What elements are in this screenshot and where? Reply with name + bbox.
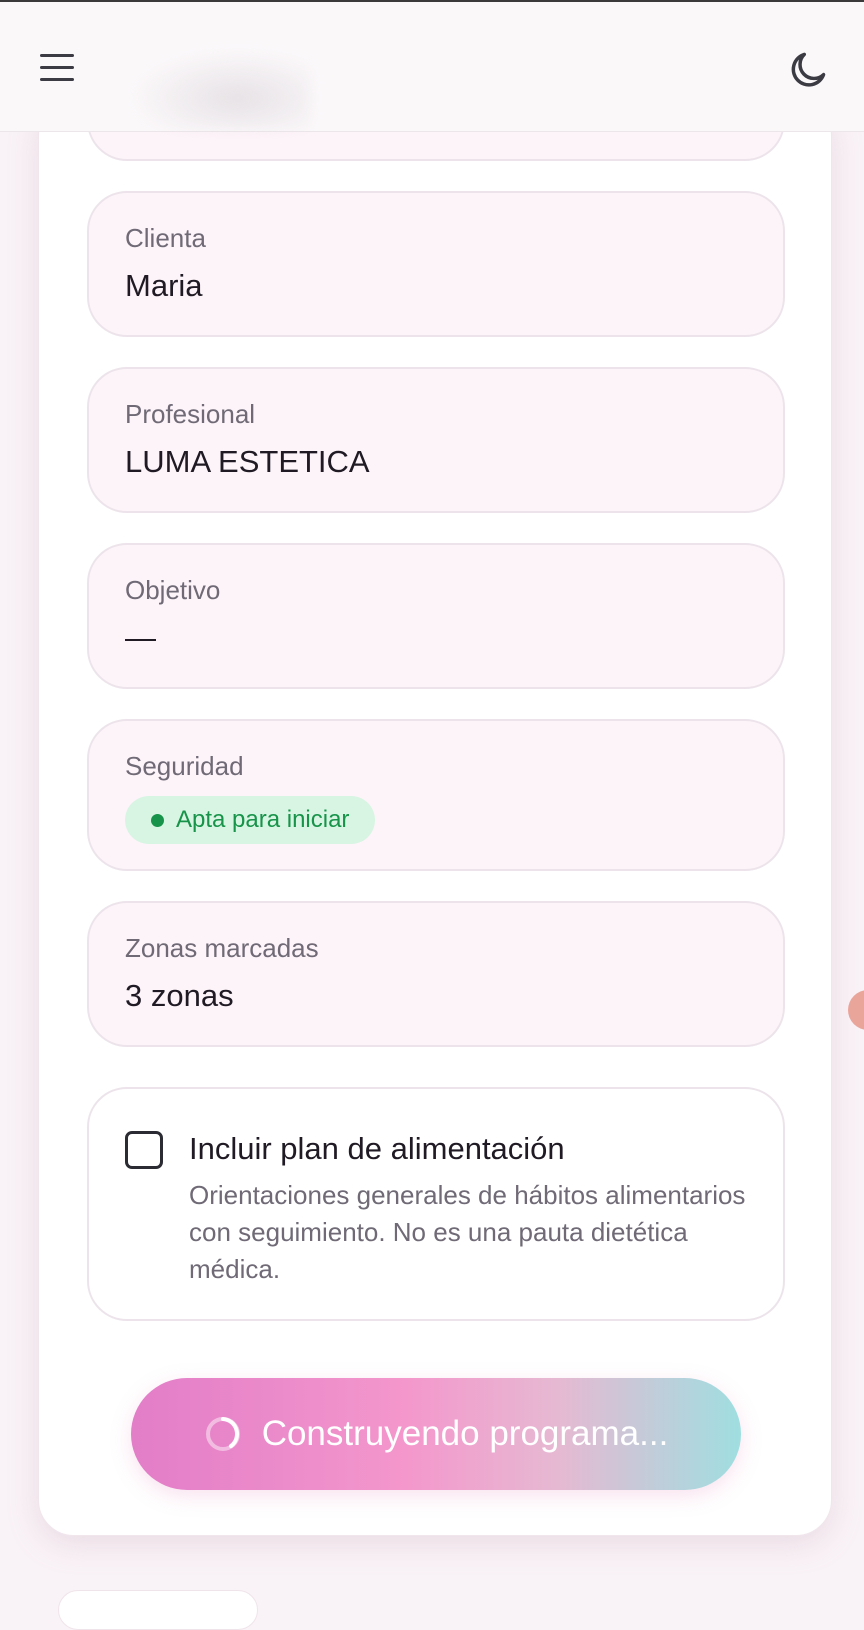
client-field: Clienta Maria (87, 191, 785, 337)
floating-action-handle[interactable] (848, 990, 864, 1030)
brand-logo-blurred (130, 50, 310, 130)
safety-label: Seguridad (125, 751, 244, 781)
safety-badge-text: Apta para iniciar (176, 806, 350, 833)
build-button-label: Construyendo programa... (261, 1414, 669, 1453)
zones-value: 3 zonas (125, 978, 234, 1013)
client-label: Clienta (125, 223, 206, 253)
objective-label: Objetivo (125, 575, 221, 605)
safety-status-badge: Apta para iniciar (125, 796, 376, 844)
program-summary-card: Clienta Maria Profesional LUMA ESTETICA … (38, 41, 832, 1536)
status-dot-icon (151, 813, 164, 827)
client-value: Maria (125, 268, 203, 303)
professional-value: LUMA ESTETICA (125, 444, 370, 479)
professional-field: Profesional LUMA ESTETICA (87, 367, 785, 513)
nutrition-plan-description: Orientaciones generales de hábitos alime… (189, 1180, 746, 1284)
objective-field: Objetivo — (87, 543, 785, 689)
app-header (0, 2, 864, 132)
build-program-button[interactable]: Construyendo programa... (131, 1378, 741, 1490)
zones-field: Zonas marcadas 3 zonas (87, 901, 785, 1047)
nutrition-plan-checkbox[interactable] (125, 1131, 163, 1169)
loading-spinner-icon (204, 1415, 242, 1453)
hamburger-menu-icon[interactable] (40, 54, 78, 84)
zones-label: Zonas marcadas (125, 933, 319, 963)
nutrition-plan-title: Incluir plan de alimentación (189, 1131, 565, 1166)
professional-label: Profesional (125, 399, 256, 429)
safety-field: Seguridad Apta para iniciar (87, 719, 785, 871)
objective-value: — (125, 620, 156, 655)
bottom-element-partial (58, 1590, 258, 1630)
nutrition-plan-option[interactable]: Incluir plan de alimentación Orientacion… (87, 1087, 785, 1321)
moon-icon[interactable] (786, 48, 830, 92)
